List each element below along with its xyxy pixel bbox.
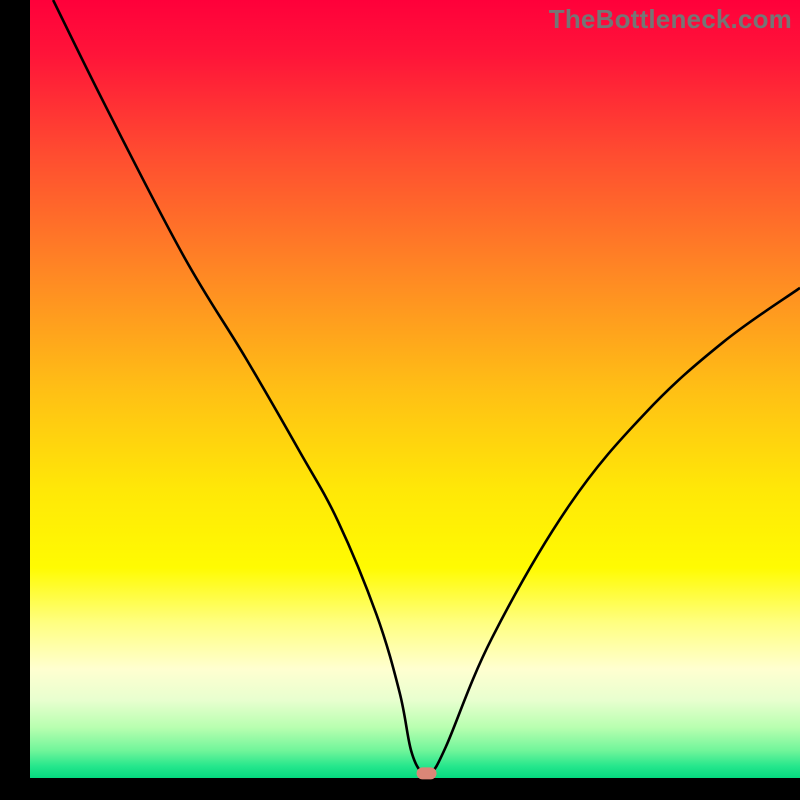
optimal-point-marker [417,767,437,779]
bottleneck-chart: TheBottleneck.com [0,0,800,800]
chart-svg [0,0,800,800]
chart-bottom-border [0,778,800,800]
chart-background [30,0,800,778]
chart-left-border [0,0,30,800]
